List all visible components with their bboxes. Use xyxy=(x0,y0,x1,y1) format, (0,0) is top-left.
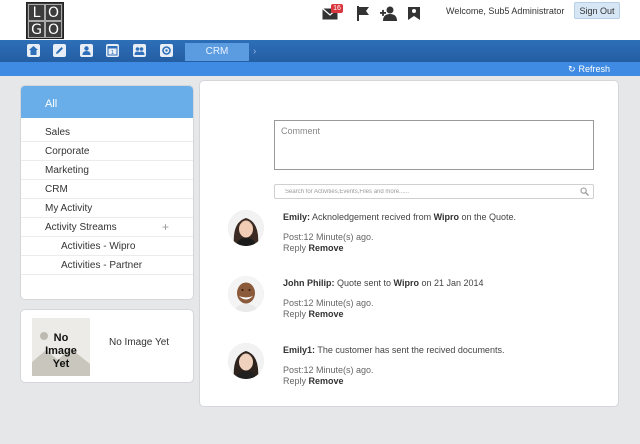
post-body: on 21 Jan 2014 xyxy=(418,278,484,288)
remove-link[interactable]: Remove xyxy=(309,376,344,386)
post-body: The customer has sent the recived docume… xyxy=(315,345,505,355)
no-image-text: No xyxy=(53,332,69,344)
logo-letter: L xyxy=(28,4,45,21)
tab-crm[interactable]: CRM xyxy=(185,43,249,61)
activity-search xyxy=(274,184,594,199)
sidebar-item-crm[interactable]: CRM xyxy=(21,180,193,199)
add-stream-icon[interactable]: + xyxy=(162,218,169,237)
no-image-thumbnail: No Image Yet xyxy=(32,318,90,376)
reply-link[interactable]: Reply xyxy=(283,309,306,319)
activity-post: Emily: Acknoledgement recived from Wipro… xyxy=(224,210,604,270)
sidebar-item-label: Activity Streams xyxy=(45,222,117,233)
post-highlight: Wipro xyxy=(393,278,419,288)
post-body: Acknoledgement recived from xyxy=(310,212,434,222)
remove-link[interactable]: Remove xyxy=(309,309,344,319)
sidebar-item-sales[interactable]: Sales xyxy=(21,123,193,142)
post-timestamp: Post:12 Minute(s) ago. xyxy=(283,365,374,375)
activity-search-input[interactable] xyxy=(275,185,575,198)
post-timestamp: Post:12 Minute(s) ago. xyxy=(283,298,374,308)
image-card: No Image Yet No Image Yet xyxy=(20,309,194,383)
post-author[interactable]: Emily1: xyxy=(283,345,315,355)
post-text: John Philip: Quote sent to Wipro on 21 J… xyxy=(283,278,484,288)
refresh-icon: ↻ xyxy=(567,65,576,75)
sign-out-button[interactable]: Sign Out xyxy=(574,2,620,19)
post-actions: Reply Remove xyxy=(283,376,344,386)
action-bar: ↻ Refresh xyxy=(0,62,640,76)
settings-icon[interactable] xyxy=(160,44,173,57)
post-actions: Reply Remove xyxy=(283,309,344,319)
bookmark-user-icon[interactable] xyxy=(407,6,425,22)
mail-count-badge: 16 xyxy=(331,4,343,13)
top-header: L O G O 16 Welcome, Sub5 Administrator S… xyxy=(0,0,640,40)
reply-link[interactable]: Reply xyxy=(283,376,306,386)
add-user-icon[interactable] xyxy=(380,6,398,22)
breadcrumb-separator: › xyxy=(253,46,257,57)
activity-panel: Emily: Acknoledgement recived from Wipro… xyxy=(199,80,619,407)
post-actions: Reply Remove xyxy=(283,243,344,253)
contacts-icon[interactable] xyxy=(80,44,93,57)
sidebar-item-corporate[interactable]: Corporate xyxy=(21,142,193,161)
main-nav: 1 xyxy=(0,40,640,62)
refresh-button[interactable]: ↻ Refresh xyxy=(568,63,610,76)
edit-icon[interactable] xyxy=(53,44,66,57)
calendar-day: 1 xyxy=(111,50,114,56)
logo-letter: G xyxy=(28,21,45,38)
post-text: Emily1: The customer has sent the recive… xyxy=(283,345,504,355)
flag-icon[interactable] xyxy=(356,6,374,22)
search-icon[interactable] xyxy=(580,187,589,196)
post-highlight: Wipro xyxy=(433,212,459,222)
welcome-text: Welcome, Sub5 Administrator xyxy=(446,6,565,16)
post-text: Emily: Acknoledgement recived from Wipro… xyxy=(283,212,516,222)
post-author[interactable]: John Philip: xyxy=(283,278,335,288)
sidebar-item-activities-wipro[interactable]: Activities - Wipro xyxy=(21,237,193,256)
refresh-label: Refresh xyxy=(578,64,610,74)
post-timestamp: Post:12 Minute(s) ago. xyxy=(283,232,374,242)
avatar[interactable] xyxy=(228,343,264,379)
avatar[interactable] xyxy=(228,276,264,312)
no-image-text: Image xyxy=(45,345,77,357)
logo-letter: O xyxy=(45,4,62,21)
activity-post: Emily1: The customer has sent the recive… xyxy=(224,343,604,403)
post-body: Quote sent to xyxy=(334,278,394,288)
sidebar-item-my-activity[interactable]: My Activity xyxy=(21,199,193,218)
logo[interactable]: L O G O xyxy=(26,2,64,39)
avatar[interactable] xyxy=(228,210,264,246)
no-image-text: Yet xyxy=(52,358,70,370)
sidebar-item-activities-partner[interactable]: Activities - Partner xyxy=(21,256,193,275)
comment-input[interactable] xyxy=(274,120,594,170)
home-icon[interactable] xyxy=(27,44,40,57)
post-body: on the Quote. xyxy=(459,212,517,222)
sidebar-item-marketing[interactable]: Marketing xyxy=(21,161,193,180)
calendar-icon[interactable]: 1 xyxy=(106,44,119,57)
sidebar-item-all[interactable]: All xyxy=(21,86,193,118)
sidebar: All Sales Corporate Marketing CRM My Act… xyxy=(20,85,194,300)
sidebar-item-activity-streams[interactable]: Activity Streams + xyxy=(21,218,193,237)
remove-link[interactable]: Remove xyxy=(309,243,344,253)
no-image-caption: No Image Yet xyxy=(109,337,170,348)
logo-letter: O xyxy=(45,21,62,38)
post-author[interactable]: Emily: xyxy=(283,212,310,222)
group-icon[interactable] xyxy=(133,44,146,57)
activity-post: John Philip: Quote sent to Wipro on 21 J… xyxy=(224,276,604,336)
reply-link[interactable]: Reply xyxy=(283,243,306,253)
